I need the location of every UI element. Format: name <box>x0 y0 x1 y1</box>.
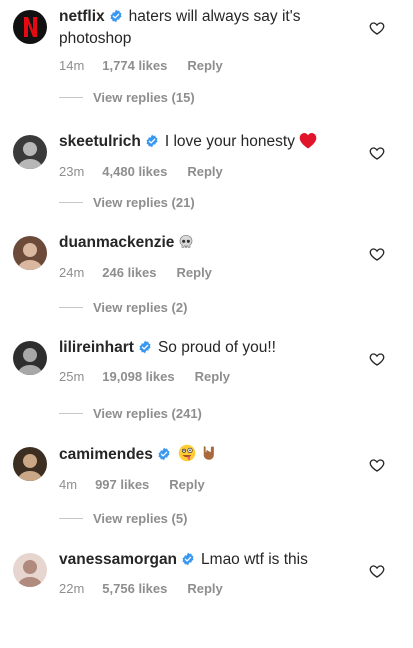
comment-line: netflix haters will always say it's photo… <box>59 7 329 49</box>
comment-body: lilireinhart So proud of you!! 25m 19,098 l… <box>59 338 359 385</box>
verified-badge-icon <box>109 9 123 29</box>
comment-meta: 23m 4,480 likes Reply <box>59 164 359 180</box>
comment-time: 25m <box>59 369 85 384</box>
comment-meta: 4m 997 likes Reply <box>59 477 359 493</box>
comment-text: I love your honesty <box>164 133 295 150</box>
reply-button[interactable]: Reply <box>169 477 204 492</box>
view-replies-row: View replies (15) <box>59 88 195 106</box>
red-heart-emoji <box>299 132 317 155</box>
reply-button[interactable]: Reply <box>187 581 222 596</box>
view-replies-row: View replies (21) <box>59 193 195 211</box>
comment-meta: 22m 5,756 likes Reply <box>59 581 359 597</box>
comment-likes[interactable]: 19,098 likes <box>102 369 174 384</box>
heart-outline-icon[interactable] <box>369 563 385 579</box>
view-replies-button[interactable]: View replies (5) <box>93 511 187 526</box>
comment-list: netflix haters will always say it's photo… <box>0 0 413 605</box>
verified-badge-icon <box>145 134 159 154</box>
heart-outline-icon[interactable] <box>369 20 385 36</box>
comment-body: vanessamorgan Lmao wtf is this 22m 5,756 li… <box>59 550 359 597</box>
replies-divider <box>59 201 83 203</box>
view-replies-button[interactable]: View replies (241) <box>93 406 202 421</box>
reply-button[interactable]: Reply <box>177 265 212 280</box>
comment-username[interactable]: camimendes <box>59 446 153 463</box>
comment-row: skeetulrich I love your honesty 23m 4,480 l… <box>0 125 413 230</box>
comment-time: 23m <box>59 164 85 179</box>
reply-button[interactable]: Reply <box>187 164 222 179</box>
replies-divider <box>59 412 83 414</box>
comment-line: vanessamorgan Lmao wtf is this <box>59 550 359 572</box>
replies-divider <box>59 96 83 98</box>
reply-button[interactable]: Reply <box>187 58 222 73</box>
verified-badge-icon <box>157 447 171 467</box>
comment-meta: 14m 1,774 likes Reply <box>59 58 359 74</box>
horns-hand-emoji <box>200 444 218 468</box>
comment-body: skeetulrich I love your honesty 23m 4,480 l… <box>59 132 359 180</box>
comment-likes[interactable]: 997 likes <box>95 477 149 492</box>
comment-likes[interactable]: 4,480 likes <box>102 164 167 179</box>
avatar[interactable] <box>13 10 47 44</box>
avatar[interactable] <box>13 341 47 375</box>
heart-outline-icon[interactable] <box>369 145 385 161</box>
comment-time: 24m <box>59 265 85 280</box>
comment-meta: 24m 246 likes Reply <box>59 265 359 281</box>
skull-emoji <box>178 234 194 256</box>
comment-row: vanessamorgan Lmao wtf is this 22m 5,756 li… <box>0 543 413 648</box>
comment-line: skeetulrich I love your honesty <box>59 132 359 155</box>
heart-outline-icon[interactable] <box>369 351 385 367</box>
view-replies-row: View replies (2) <box>59 298 187 316</box>
avatar[interactable] <box>13 447 47 481</box>
view-replies-button[interactable]: View replies (15) <box>93 90 195 105</box>
comment-username[interactable]: netflix <box>59 8 105 25</box>
heart-outline-icon[interactable] <box>369 457 385 473</box>
replies-divider <box>59 517 83 519</box>
avatar[interactable] <box>13 553 47 587</box>
view-replies-row: View replies (241) <box>59 404 202 422</box>
zany-face-emoji <box>178 444 196 468</box>
comment-meta: 25m 19,098 likes Reply <box>59 369 359 385</box>
comment-text: Lmao wtf is this <box>201 551 308 568</box>
verified-badge-icon <box>181 552 195 572</box>
view-replies-button[interactable]: View replies (2) <box>93 300 187 315</box>
comment-username[interactable]: skeetulrich <box>59 133 141 150</box>
replies-divider <box>59 306 83 308</box>
comment-username[interactable]: lilireinhart <box>59 339 134 356</box>
comment-text: So proud of you!! <box>157 339 276 356</box>
avatar[interactable] <box>13 236 47 270</box>
comment-likes[interactable]: 5,756 likes <box>102 581 167 596</box>
comment-time: 14m <box>59 58 85 73</box>
reply-button[interactable]: Reply <box>195 369 230 384</box>
comment-time: 4m <box>59 477 78 492</box>
comment-body: netflix haters will always say it's photo… <box>59 7 359 74</box>
comment-likes[interactable]: 1,774 likes <box>102 58 167 73</box>
view-replies-row: View replies (5) <box>59 509 187 527</box>
comment-line: lilireinhart So proud of you!! <box>59 338 359 360</box>
heart-outline-icon[interactable] <box>369 246 385 262</box>
comment-likes[interactable]: 246 likes <box>102 265 156 280</box>
comment-time: 22m <box>59 581 85 596</box>
verified-badge-icon <box>138 340 152 360</box>
view-replies-button[interactable]: View replies (21) <box>93 195 195 210</box>
comment-body: duanmackenzie 24m 246 likes Reply <box>59 233 359 281</box>
comment-username[interactable]: duanmackenzie <box>59 234 174 251</box>
comment-username[interactable]: vanessamorgan <box>59 551 177 568</box>
comment-line: duanmackenzie <box>59 233 359 256</box>
comment-line: camimendes <box>59 444 359 468</box>
comment-body: camimendes 4m 997 likes Reply <box>59 444 359 493</box>
avatar[interactable] <box>13 135 47 169</box>
